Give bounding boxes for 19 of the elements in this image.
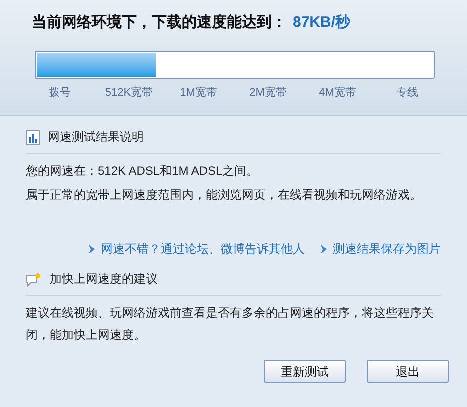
section-heading: 加快上网速度的建议 xyxy=(50,271,158,288)
chevron-icon xyxy=(321,244,327,254)
dialog-button[interactable]: 退出 xyxy=(367,360,449,383)
tick-label: 1M宽带 xyxy=(179,86,218,100)
chevron-icon xyxy=(89,244,95,254)
result-text: 属于正常的宽带上网速度范围内，能浏览网页，在线看视频和玩网络游戏。 xyxy=(26,187,423,204)
tick-label: 拨号 xyxy=(48,86,72,100)
tick-label: 2M宽带 xyxy=(248,86,288,100)
advice-text: 建议在线视频、玩网络游戏前查看是否有多余的占网速的程序，将这些程序关闭，能加快上网速度。 xyxy=(26,305,435,344)
section-heading: 网速测试结果说明 xyxy=(48,129,144,146)
tick-label: 专线 xyxy=(395,86,420,100)
result-text: 您的网速在：512K ADSL和1M ADSL之间。 xyxy=(26,163,260,180)
tick-label: 512K宽带 xyxy=(104,86,154,100)
speech-bubble-icon xyxy=(26,272,42,286)
bar-chart-icon xyxy=(26,130,40,144)
dialog-button[interactable]: 重新测试 xyxy=(264,360,346,383)
speed-value: 87KB/秒 xyxy=(293,13,351,33)
speed-heading: 当前网络环境下，下载的速度能达到： xyxy=(32,13,287,33)
tick-label: 4M宽带 xyxy=(318,86,358,100)
